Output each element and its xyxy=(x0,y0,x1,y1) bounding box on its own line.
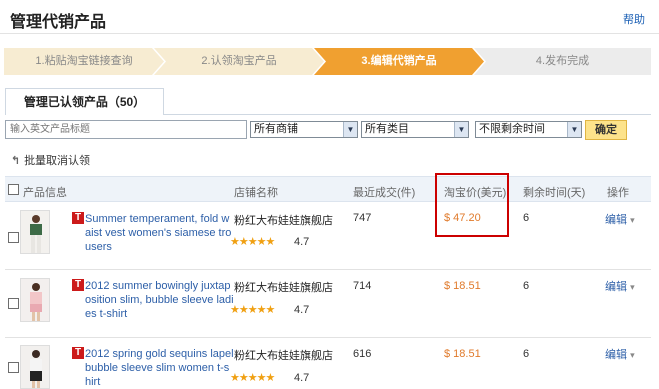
tmall-badge-icon: T xyxy=(72,212,84,224)
help-link[interactable]: 帮助 xyxy=(623,11,645,27)
step-2-label: 2.认领淘宝产品 xyxy=(201,55,277,67)
row-checkbox[interactable] xyxy=(8,362,19,373)
step-4: 4.发布完成 xyxy=(474,48,651,75)
shop-name: 粉红大布娃娃旗舰店 xyxy=(234,350,333,362)
product-title-link[interactable]: 2012 summer bowingly juxtaposition slim,… xyxy=(85,279,235,321)
tmall-badge-icon: T xyxy=(72,279,84,291)
product-title-link[interactable]: Summer temperament, fold waist vest wome… xyxy=(85,212,235,254)
shop-name: 粉红大布娃娃旗舰店 xyxy=(234,215,333,227)
product-thumbnail[interactable] xyxy=(20,345,50,389)
step-progress: 1.粘贴淘宝链接查询 2.认领淘宝产品 3.编辑代销产品 4.发布完成 xyxy=(4,48,651,75)
edit-button[interactable]: 编辑 ▾ xyxy=(605,278,635,294)
select-all-checkbox[interactable] xyxy=(8,184,19,195)
orders-value: 714 xyxy=(353,280,372,292)
page-header: 管理代销产品 帮助 xyxy=(0,0,659,34)
tmall-badge-icon: T xyxy=(72,347,84,359)
chevron-down-icon: ▾ xyxy=(630,282,635,292)
shop-select[interactable]: 所有商铺 ▼ xyxy=(250,121,358,138)
product-thumbnail[interactable] xyxy=(20,210,50,254)
confirm-button[interactable]: 确定 xyxy=(585,120,627,140)
col-remaining: 剩余时间(天) xyxy=(523,187,586,199)
time-select-value: 不限剩余时间 xyxy=(479,123,545,135)
rating-stars: ★★★★★ xyxy=(230,304,275,316)
edit-button[interactable]: 编辑 ▾ xyxy=(605,346,635,362)
category-select-value: 所有类目 xyxy=(365,123,409,135)
row-checkbox[interactable] xyxy=(8,298,19,309)
table-row: T 2012 summer bowingly juxtaposition sli… xyxy=(5,270,651,338)
bulk-unclaim-label: 批量取消认领 xyxy=(24,155,91,167)
col-shop: 店铺名称 xyxy=(234,187,278,199)
search-input[interactable] xyxy=(5,120,247,139)
step-3-label: 3.编辑代销产品 xyxy=(361,55,437,67)
tab-claimed-products[interactable]: 管理已认领产品（50） xyxy=(5,88,164,115)
col-price: 淘宝价(美元) xyxy=(444,187,507,199)
price-value: $ 47.20 xyxy=(444,212,481,224)
shop-select-value: 所有商铺 xyxy=(254,123,298,135)
row-checkbox[interactable] xyxy=(8,232,19,243)
rating-value: 4.7 xyxy=(294,372,310,384)
rating-stars: ★★★★★ xyxy=(230,372,275,384)
price-value: $ 18.51 xyxy=(444,348,481,360)
rating-value: 4.7 xyxy=(294,304,310,316)
chevron-down-icon: ▼ xyxy=(343,122,357,137)
product-title-link[interactable]: 2012 spring gold sequins lapel bubble sl… xyxy=(85,347,235,389)
chevron-down-icon: ▼ xyxy=(454,122,468,137)
edit-label: 编辑 xyxy=(605,214,627,226)
chevron-down-icon: ▾ xyxy=(630,215,635,225)
step-4-label: 4.发布完成 xyxy=(535,55,590,67)
step-2: 2.认领淘宝产品 xyxy=(154,48,324,75)
step-1: 1.粘贴淘宝链接查询 xyxy=(4,48,164,75)
remaining-value: 6 xyxy=(523,212,530,224)
remaining-value: 6 xyxy=(523,280,530,292)
orders-value: 747 xyxy=(353,212,372,224)
edit-button[interactable]: 编辑 ▾ xyxy=(605,211,635,227)
remaining-value: 6 xyxy=(523,348,530,360)
rating-stars: ★★★★★ xyxy=(230,236,275,248)
step-1-label: 1.粘贴淘宝链接查询 xyxy=(35,55,133,67)
col-action: 操作 xyxy=(607,187,629,199)
edit-label: 编辑 xyxy=(605,349,627,361)
orders-value: 616 xyxy=(353,348,372,360)
price-value: $ 18.51 xyxy=(444,280,481,292)
col-product: 产品信息 xyxy=(23,187,67,199)
chevron-down-icon: ▼ xyxy=(567,122,581,137)
step-3: 3.编辑代销产品 xyxy=(314,48,484,75)
edit-label: 编辑 xyxy=(605,281,627,293)
undo-arrow-icon: ↰ xyxy=(11,155,21,167)
table-row: T 2012 spring gold sequins lapel bubble … xyxy=(5,338,651,389)
col-orders: 最近成交(件) xyxy=(353,187,416,199)
rating-value: 4.7 xyxy=(294,236,310,248)
bulk-unclaim-button[interactable]: ↰ 批量取消认领 xyxy=(11,152,90,168)
shop-name: 粉红大布娃娃旗舰店 xyxy=(234,282,333,294)
table-row: T Summer temperament, fold waist vest wo… xyxy=(5,203,651,270)
product-thumbnail[interactable] xyxy=(20,278,50,322)
table-header: 产品信息 店铺名称 最近成交(件) 淘宝价(美元) 剩余时间(天) 操作 xyxy=(5,176,651,202)
category-select[interactable]: 所有类目 ▼ xyxy=(361,121,469,138)
chevron-down-icon: ▾ xyxy=(630,350,635,360)
page-title: 管理代销产品 xyxy=(10,14,107,31)
time-select[interactable]: 不限剩余时间 ▼ xyxy=(475,121,582,138)
